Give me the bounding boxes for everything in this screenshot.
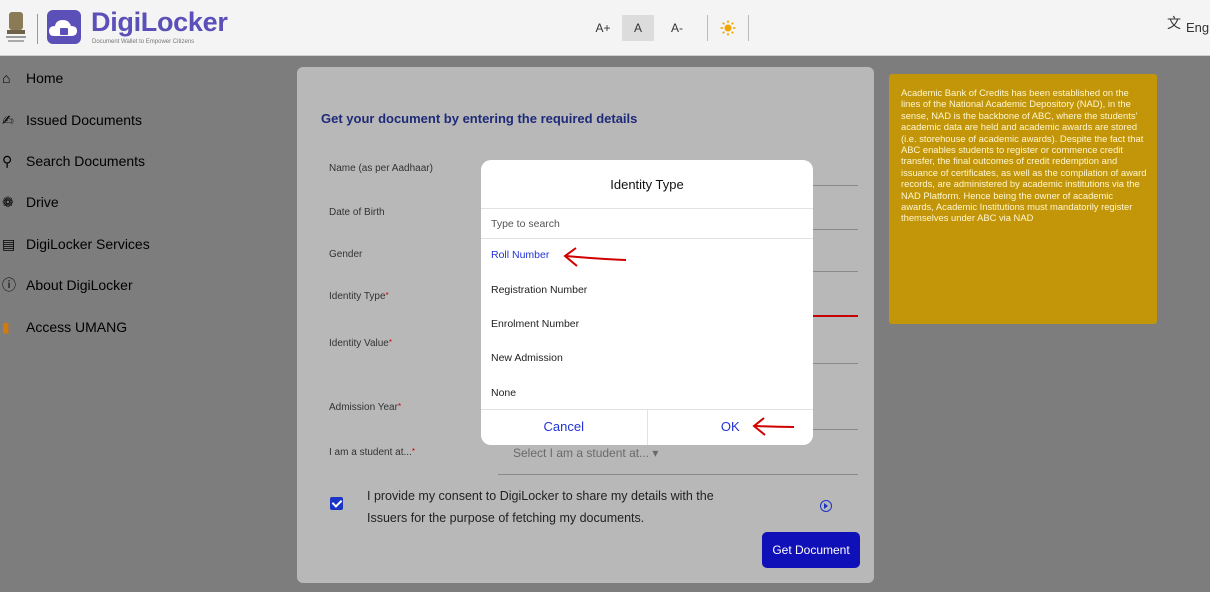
digilocker-logo-icon[interactable] [44,8,84,46]
header-divider [707,15,708,41]
language-icon[interactable]: 文 [1167,13,1181,33]
home-icon: ⌂ [2,70,11,86]
student-at-label: I am a student at...* [329,447,415,458]
info-icon: ⓘ [2,277,16,293]
option-new-admission[interactable]: New Admission [491,352,563,364]
sidebar-item-issued-documents[interactable]: ✍ Issued Documents [0,108,142,132]
header-divider [37,14,38,44]
sidebar-item-label: Access UMANG [26,319,128,335]
sidebar-item-label: Search Documents [26,153,146,169]
get-document-button[interactable]: Get Document [762,532,860,568]
sidebar-item-label: Drive [26,194,59,210]
font-normal-button[interactable]: A [622,15,654,41]
font-increase-button[interactable]: A+ [588,15,618,41]
abc-info-box: Academic Bank of Credits has been establ… [889,74,1157,324]
drive-icon: ❁ [2,193,14,210]
search-icon: ⚲ [2,152,13,169]
header-divider [748,15,749,41]
sidebar-item-access-umang[interactable]: ▮ Access UMANG [0,315,127,339]
sidebar: ⌂ Home ✍ Issued Documents ⚲ Search Docum… [0,56,168,592]
issued-documents-icon: ✍ [2,111,14,128]
identity-type-label: Identity Type* [329,291,389,302]
sidebar-item-search-documents[interactable]: ⚲ Search Documents [0,149,145,173]
form-title: Get your document by entering the requir… [321,111,638,126]
option-none[interactable]: None [491,387,516,399]
admission-year-label: Admission Year* [329,402,402,413]
annotation-arrow-icon [563,247,627,267]
gender-label: Gender [329,249,363,260]
student-at-select[interactable]: Select I am a student at... ▾ [513,446,658,460]
dialog-title: Identity Type [610,177,684,192]
option-roll-number[interactable]: Roll Number [491,249,549,261]
option-registration-number[interactable]: Registration Number [491,284,587,296]
annotation-arrow-icon [752,417,795,436]
sidebar-item-drive[interactable]: ❁ Drive [0,190,59,214]
national-emblem-icon [6,12,26,42]
option-enrolment-number[interactable]: Enrolment Number [491,318,579,330]
font-decrease-button[interactable]: A- [662,15,692,41]
student-at-underline [498,474,858,475]
name-label: Name (as per Aadhaar) [329,163,433,174]
brand-tagline: Document Wallet to Empower Citizens [92,39,195,45]
sidebar-item-label: Issued Documents [26,112,142,128]
play-icon[interactable] [820,500,832,512]
required-mark: * [411,447,415,456]
identity-value-label: Identity Value* [329,338,392,349]
sidebar-item-home[interactable]: ⌂ Home [0,66,63,90]
language-selector[interactable]: Engli [1186,20,1210,35]
sidebar-item-label: DigiLocker Services [26,236,150,252]
sidebar-item-label: Home [26,70,64,86]
consent-checkbox[interactable] [330,497,343,510]
services-icon: ▤ [2,235,16,252]
required-mark: * [388,338,392,347]
sidebar-item-about-digilocker[interactable]: ⓘ About DigiLocker [0,273,133,297]
umang-icon: ▮ [2,318,10,335]
consent-text: I provide my consent to DigiLocker to sh… [367,489,714,525]
sun-icon[interactable] [720,20,736,36]
app-header: DigiLocker Document Wallet to Empower Ci… [0,0,1210,56]
cancel-button[interactable]: Cancel [481,410,647,445]
search-input[interactable]: Type to search [481,208,813,239]
sidebar-item-label: About DigiLocker [26,277,133,293]
identity-type-dialog: Identity Type Type to search Roll Number… [481,160,813,445]
required-mark: * [385,291,389,300]
brand-title[interactable]: DigiLocker [91,7,228,38]
dob-label: Date of Birth [329,207,385,218]
sidebar-item-digilocker-services[interactable]: ▤ DigiLocker Services [0,232,150,256]
required-mark: * [397,402,402,411]
